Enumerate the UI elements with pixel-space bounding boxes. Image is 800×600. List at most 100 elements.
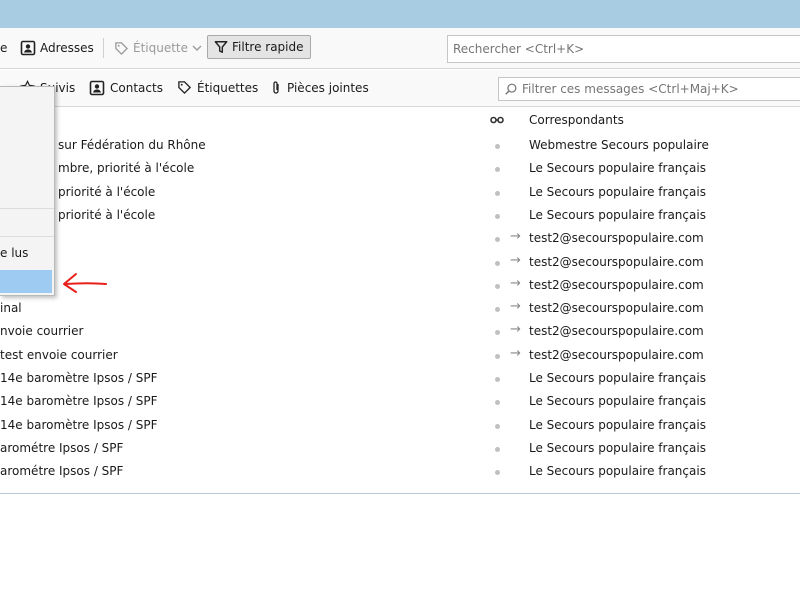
message-subject: 14e baromètre Ipsos / SPF (0, 371, 158, 385)
message-correspondent: test2@secourspopulaire.com (529, 231, 704, 246)
message-correspondent: Le Secours populaire français (529, 371, 706, 385)
message-row[interactable]: arométre Ipsos / SPF Le Secours populaire… (0, 437, 800, 460)
message-subject: inal (0, 301, 22, 316)
message-correspondent: test2@secourspopulaire.com (529, 324, 704, 339)
menu-separator (0, 208, 54, 209)
addresses-button[interactable]: Adresses (20, 36, 94, 60)
read-status-dot-icon[interactable] (495, 377, 500, 382)
annotation-arrow-icon (60, 270, 110, 299)
tags-label: Étiquettes (197, 80, 259, 95)
correspondents-column-header[interactable]: Correspondants (529, 112, 624, 128)
read-status-dot-icon[interactable] (495, 167, 500, 173)
message-correspondent: test2@secourspopulaire.com (529, 347, 704, 362)
message-row[interactable]: nvoie courrier → test2@secourspopulaire.co… (0, 320, 800, 343)
tag-button[interactable]: Étiquette (114, 36, 202, 60)
tag-icon (177, 80, 192, 95)
toolbar-partial-label: e (0, 41, 8, 55)
sent-arrow-icon: → (510, 299, 521, 315)
read-status-dot-icon[interactable] (495, 260, 500, 266)
message-correspondent: Webmestre Secours populaire (529, 138, 709, 152)
toolbar-partial-item[interactable]: e (0, 36, 7, 60)
message-subject: 14e baromètre Ipsos / SPF (0, 394, 158, 409)
sent-arrow-icon: → (510, 345, 521, 361)
message-subject: arométre Ipsos / SPF (0, 440, 124, 455)
read-status-dot-icon[interactable] (495, 144, 500, 149)
message-row[interactable]: → test2@secourspopulaire.com (0, 227, 800, 250)
message-row[interactable]: sur Fédération du Rhône Webmestre Secours… (0, 134, 800, 157)
tags-filter-button[interactable]: Étiquettes (177, 80, 258, 95)
message-subject: priorité à l'école (58, 207, 156, 222)
message-row[interactable]: test envoie courrier → test2@secourspopula… (0, 344, 800, 367)
message-subject: test envoie courrier (0, 347, 118, 362)
contacts-filter-button[interactable]: Contacts (89, 80, 163, 96)
menu-item-label: e lus (0, 246, 29, 260)
message-list: Correspondants sur Fédération du Rhône We… (0, 108, 800, 494)
message-correspondent: Le Secours populaire français (529, 394, 706, 409)
message-row[interactable]: → test2@secourspopulaire.com (0, 251, 800, 274)
read-status-dot-icon[interactable] (495, 423, 500, 429)
contact-card-icon (89, 80, 105, 96)
message-correspondent: Le Secours populaire français (529, 161, 706, 176)
read-status-dot-icon[interactable] (495, 190, 500, 196)
read-status-dot-icon[interactable] (495, 353, 500, 359)
message-row[interactable]: priorité à l'école Le Secours populaire f… (0, 181, 800, 204)
message-correspondent: Le Secours populaire français (529, 417, 706, 432)
message-subject: arométre Ipsos / SPF (0, 464, 124, 479)
menu-separator (0, 236, 54, 237)
window-titlebar (0, 0, 800, 28)
sent-arrow-icon: → (510, 322, 521, 338)
message-subject: sur Fédération du Rhône (58, 138, 206, 152)
quick-filter-button[interactable]: Filtre rapide (207, 35, 311, 59)
message-correspondent: Le Secours populaire français (529, 184, 706, 199)
paperclip-icon (270, 80, 282, 96)
message-row[interactable]: inal → test2@secourspopulaire.com (0, 297, 800, 320)
message-subject: nvoie courrier (0, 324, 84, 339)
filter-placeholder: Filtrer ces messages <Ctrl+Maj+K> (522, 82, 739, 96)
attachments-filter-button[interactable]: Pièces jointes (270, 80, 369, 96)
addresses-label: Adresses (40, 41, 94, 55)
read-status-dot-icon[interactable] (495, 307, 500, 313)
message-subject: 14e baromètre Ipsos / SPF (0, 417, 158, 432)
read-status-dot-icon[interactable] (495, 470, 500, 476)
sent-arrow-icon: → (510, 252, 521, 268)
message-row[interactable]: mbre, priorité à l'école Le Secours popul… (0, 157, 800, 180)
message-row[interactable]: 14e baromètre Ipsos / SPF Le Secours popu… (0, 390, 800, 413)
chevron-down-icon (192, 44, 202, 52)
message-correspondent: test2@secourspopulaire.com (529, 301, 704, 316)
message-row[interactable]: → test2@secourspopulaire.com (0, 274, 800, 297)
contacts-label: Contacts (110, 81, 163, 95)
dropdown-menu: e lus (0, 86, 55, 296)
search-icon (504, 82, 518, 96)
attachments-label: Pièces jointes (287, 81, 369, 95)
message-row[interactable]: priorité à l'école Le Secours populaire f… (0, 204, 800, 227)
read-status-dot-icon[interactable] (495, 237, 500, 243)
read-status-dot-icon[interactable] (495, 446, 500, 452)
message-row[interactable]: 14e baromètre Ipsos / SPF Le Secours popu… (0, 414, 800, 437)
message-correspondent: Le Secours populaire français (529, 440, 706, 455)
address-book-icon (20, 40, 36, 56)
search-input[interactable]: Rechercher <Ctrl+K> (447, 35, 800, 63)
message-correspondent: test2@secourspopulaire.com (529, 254, 704, 269)
message-row[interactable]: 14e baromètre Ipsos / SPF Le Secours popu… (0, 367, 800, 390)
sent-arrow-icon: → (510, 229, 521, 245)
menu-item-highlighted[interactable] (0, 270, 52, 293)
quick-filter-label: Filtre rapide (232, 40, 304, 54)
toolbar-separator (103, 38, 104, 58)
search-placeholder: Rechercher <Ctrl+K> (453, 42, 585, 56)
filter-messages-input[interactable]: Filtrer ces messages <Ctrl+Maj+K> (498, 77, 800, 101)
sent-arrow-icon: → (510, 275, 521, 291)
read-status-dot-icon[interactable] (495, 283, 500, 289)
message-subject: priorité à l'école (58, 184, 156, 199)
tag-label: Étiquette (133, 41, 189, 55)
message-correspondent: Le Secours populaire français (529, 464, 706, 479)
tag-icon (114, 41, 129, 56)
message-correspondent: test2@secourspopulaire.com (529, 277, 704, 292)
read-status-dot-icon[interactable] (495, 400, 500, 406)
message-row[interactable]: arométre Ipsos / SPF Le Secours populaire… (0, 460, 800, 483)
menu-item-unread[interactable]: e lus (0, 242, 52, 264)
read-status-column-icon[interactable] (490, 112, 504, 128)
read-status-dot-icon[interactable] (495, 213, 500, 219)
message-subject: mbre, priorité à l'école (58, 161, 195, 176)
read-status-dot-icon[interactable] (495, 330, 500, 336)
filter-icon (214, 40, 228, 54)
